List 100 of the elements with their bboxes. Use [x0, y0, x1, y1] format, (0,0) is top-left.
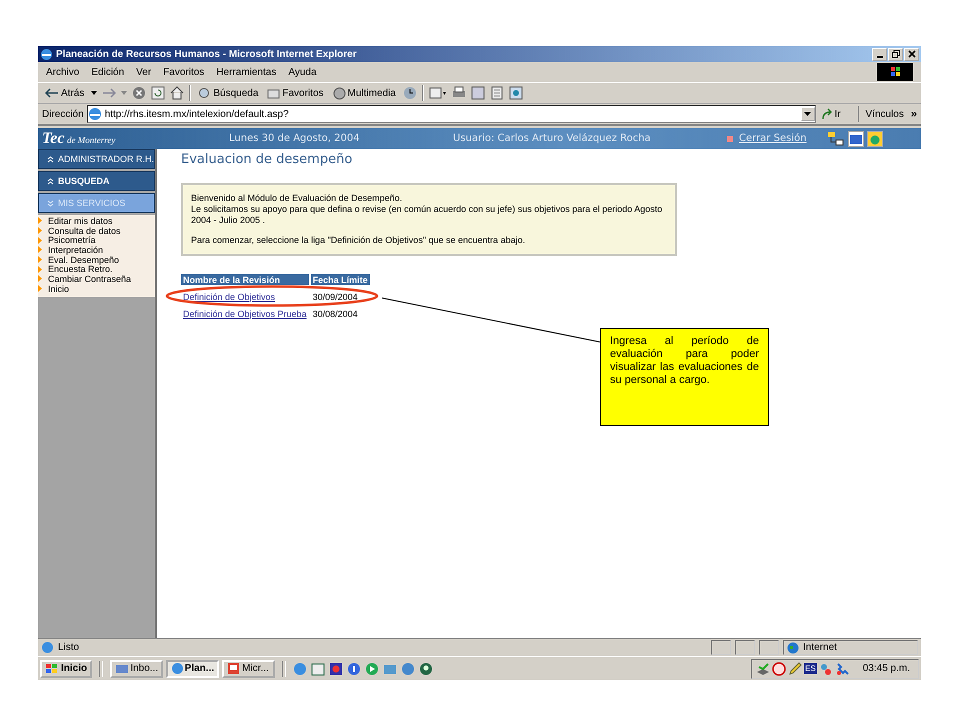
sidebar-section[interactable]: BUSQUEDA	[38, 171, 155, 191]
shield-icon[interactable]	[772, 662, 786, 676]
notice-text: Para comenzar, seleccione la liga "Definición de Objetivos" que se encuentra abajo.	[191, 235, 526, 246]
notepad-icon[interactable]	[311, 662, 326, 676]
pencil-icon[interactable]	[788, 662, 802, 676]
table-cell-text: 30/08/2004	[312, 308, 359, 319]
minimize-button[interactable]	[872, 48, 887, 60]
notice-text: Bienvenido al Módulo de Evaluación de Desempeño.	[191, 193, 404, 204]
back-button[interactable]: Atrás	[43, 88, 86, 98]
windows-logo-icon	[877, 63, 913, 81]
close-button[interactable]	[904, 48, 919, 60]
window-icon[interactable]	[848, 130, 864, 146]
chevron-up-icon	[47, 178, 54, 184]
home-icon[interactable]	[170, 86, 184, 100]
bullet-icon	[38, 227, 42, 234]
play-icon[interactable]	[365, 662, 380, 676]
history-icon[interactable]	[402, 86, 417, 100]
sidebar-link[interactable]: Editar mis datos	[48, 216, 113, 226]
back-arrow-icon	[45, 88, 59, 98]
close-icon	[908, 50, 916, 58]
review-link[interactable]: Definición de Objetivos Prueba	[183, 308, 307, 318]
notice-text: Le solicitamos su apoyo para que defina o revise (en común acuerdo con su jefe) sus objetivos para el periodo Agosto 2004 - Julio 2005 .	[191, 204, 664, 226]
zone-text: Internet	[803, 642, 837, 653]
bullet-icon	[38, 256, 42, 264]
dropdown-button[interactable]	[800, 107, 815, 121]
go-button[interactable]: Ir	[818, 108, 855, 120]
status-panel	[759, 640, 779, 655]
status-panel	[711, 640, 731, 655]
menu-item[interactable]: Favoritos	[163, 66, 204, 78]
address-field[interactable]: http://rhs.itesm.mx/intelexion/default.asp?	[86, 105, 816, 123]
sidebar-link[interactable]: Eval. Desempeño	[48, 254, 120, 265]
mail-icon[interactable]	[428, 86, 447, 100]
bullet-icon	[727, 136, 733, 142]
chevron-down-icon	[47, 200, 54, 206]
bullet-icon	[38, 246, 42, 254]
menu-item[interactable]: Archivo	[46, 66, 80, 78]
sidebar-link[interactable]: Interpretación	[48, 244, 104, 255]
status-text: Listo	[58, 642, 80, 653]
sidebar-link[interactable]: Psicometría	[48, 235, 96, 246]
folder-icon	[267, 86, 280, 100]
sidebar-link[interactable]: Encuesta Retro.	[48, 264, 113, 274]
taskbar-button[interactable]: Plan...	[166, 660, 220, 678]
menu-item[interactable]: Ver	[136, 66, 152, 78]
refresh-icon[interactable]	[151, 86, 166, 100]
user-text: Usuario: Carlos Arturo Velázquez Rocha	[453, 133, 652, 144]
taskbar-button[interactable]: Micr...	[222, 660, 276, 678]
sidebar-link[interactable]: Inicio	[48, 284, 70, 294]
logo: Tec de Monterrey	[42, 130, 116, 148]
callout-box: Ingresa al período de evaluación para poder visualizar las evaluaciones de su personal a cargo.	[600, 328, 769, 426]
bullet-icon	[38, 236, 42, 244]
bullet-icon	[38, 275, 42, 282]
restore-icon	[892, 50, 900, 58]
menu-item[interactable]: Ayuda	[288, 66, 317, 78]
sidebar-link[interactable]: Consulta de datos	[48, 226, 121, 236]
caret-icon	[121, 91, 128, 95]
stop-icon[interactable]	[132, 86, 146, 100]
slides-icon	[227, 662, 240, 675]
table-cell-text: 30/09/2004	[312, 291, 359, 302]
bullet-icon	[38, 266, 42, 273]
bullet-icon	[38, 285, 42, 292]
info-icon[interactable]	[347, 662, 362, 676]
messenger-icon[interactable]	[508, 86, 523, 100]
sidebar-link[interactable]: Cambiar Contraseña	[48, 274, 132, 284]
windows-flag-icon	[45, 662, 59, 674]
language-indicator[interactable]: ES	[804, 663, 817, 674]
page-icon	[88, 107, 102, 121]
go-arrow-icon	[820, 108, 833, 120]
sitemap-icon[interactable]	[826, 130, 845, 146]
favorites-button[interactable]: Favoritos	[265, 86, 326, 100]
print-icon[interactable]	[452, 86, 466, 100]
globe-icon[interactable]	[866, 130, 883, 146]
column-header: Fecha Límite	[310, 274, 370, 285]
date-text: Lunes 30 de Agosto, 2004	[229, 133, 361, 144]
page-icon	[41, 641, 54, 654]
sidebar-section[interactable]: ADMINISTRADOR R.H.	[38, 149, 155, 169]
mail-icon	[115, 662, 128, 675]
search-button[interactable]: Búsqueda	[196, 86, 260, 100]
menu-item[interactable]: Herramientas	[216, 66, 276, 78]
start-button[interactable]: Inicio	[40, 660, 92, 678]
window-title: Planeación de Recursos Humanos - Microsoft Internet Explorer	[56, 48, 358, 60]
media-button[interactable]: Multimedia	[330, 86, 398, 100]
caret-icon	[91, 91, 98, 95]
disc-icon	[332, 86, 346, 100]
forward-arrow-icon	[102, 88, 116, 98]
document-icon[interactable]	[490, 86, 504, 100]
status-panel	[735, 640, 755, 655]
bullet-icon	[38, 217, 42, 224]
menu-item[interactable]: Edición	[91, 66, 124, 78]
address-label: Dirección	[42, 108, 84, 120]
person-icon[interactable]	[419, 662, 434, 676]
chevron-button[interactable]: »	[910, 108, 917, 120]
chevron-up-icon	[47, 156, 54, 162]
clock-text: 03:45 p.m.	[862, 663, 910, 674]
taskbar-button[interactable]: Inbo...	[110, 660, 164, 678]
phone-icon[interactable]	[834, 662, 849, 676]
restore-button[interactable]	[888, 48, 903, 60]
caret-icon	[804, 112, 812, 116]
column-header: Nombre de la Revisión	[181, 274, 309, 285]
review-link[interactable]: Definición de Objetivos	[183, 292, 276, 302]
links-button[interactable]: Vínculos	[862, 108, 908, 120]
